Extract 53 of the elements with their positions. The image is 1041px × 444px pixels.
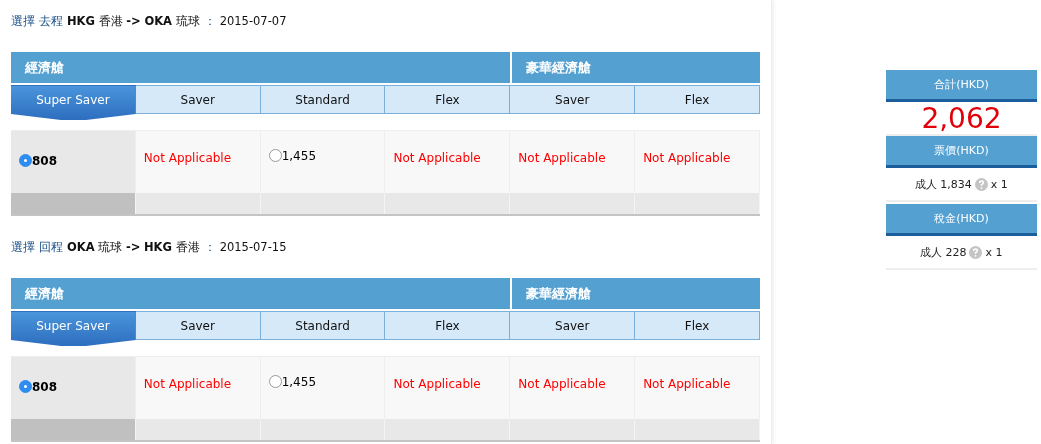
not-applicable-text: Not Applicable: [518, 377, 606, 391]
fare-tab[interactable]: Flex: [385, 311, 511, 340]
radio-button[interactable]: [19, 154, 32, 167]
not-applicable-text: Not Applicable: [643, 377, 731, 391]
fare-tab[interactable]: Saver: [510, 85, 636, 114]
fare-tab[interactable]: Saver: [510, 311, 636, 340]
quantity-text: x 1: [985, 245, 1003, 259]
direction-label: 回程: [39, 239, 63, 255]
fare-price: 808: [32, 379, 58, 394]
separator-text: ：: [203, 13, 216, 29]
cabin-class-header: 豪華經濟艙: [510, 278, 760, 309]
fare-tab[interactable]: Flex: [635, 311, 760, 340]
radio-button[interactable]: [19, 380, 32, 393]
not-applicable-text: Not Applicable: [393, 377, 481, 391]
not-applicable-text: Not Applicable: [143, 377, 232, 391]
fare-tab[interactable]: Flex: [635, 85, 760, 114]
date-text: 2015-07-07: [219, 14, 287, 28]
not-applicable-text: Not Applicable: [518, 151, 606, 165]
fare-tab[interactable]: Saver: [135, 85, 261, 114]
fare-price: 1,455: [281, 148, 316, 163]
summary-header: 票價(HKD): [886, 136, 1037, 168]
separator-text: ：: [203, 239, 216, 255]
date-text: 2015-07-15: [219, 240, 287, 254]
route-text: OKA 琉球 -> HKG 香港: [67, 239, 200, 255]
summary-header: 稅金(HKD): [886, 204, 1037, 236]
cabin-class-header: 豪華經濟艙: [510, 52, 760, 83]
help-icon[interactable]: [969, 245, 983, 259]
fare-price: 808: [32, 153, 58, 168]
route-text: HKG 香港 -> OKA 琉球: [67, 13, 200, 29]
passenger-label: 成人: [915, 176, 938, 192]
fare-tab[interactable]: Super Saver: [11, 85, 136, 120]
quantity-text: x 1: [990, 177, 1008, 191]
fare-tab[interactable]: Flex: [385, 85, 511, 114]
heading-label: 選擇: [11, 13, 35, 29]
passenger-label: 成人: [920, 244, 943, 260]
summary-header: 合計(HKD): [886, 70, 1037, 102]
direction-label: 去程: [39, 13, 63, 29]
heading-label: 選擇: [11, 239, 35, 255]
fare-tab[interactable]: Standard: [260, 85, 386, 114]
amount-text: 228: [945, 245, 967, 259]
radio-button[interactable]: [268, 375, 282, 388]
fare-price: 1,455: [281, 374, 316, 389]
cabin-class-header: 經濟艙: [23, 58, 65, 77]
not-applicable-text: Not Applicable: [143, 151, 232, 165]
not-applicable-text: Not Applicable: [393, 151, 481, 165]
not-applicable-text: Not Applicable: [643, 151, 731, 165]
fare-tab[interactable]: Super Saver: [11, 311, 136, 346]
fare-tab[interactable]: Saver: [135, 311, 261, 340]
fare-tab[interactable]: Standard: [260, 311, 386, 340]
amount-text: 1,834: [940, 177, 972, 191]
radio-button[interactable]: [268, 149, 282, 162]
cabin-class-header: 經濟艙: [23, 284, 65, 303]
help-icon[interactable]: [974, 177, 988, 191]
